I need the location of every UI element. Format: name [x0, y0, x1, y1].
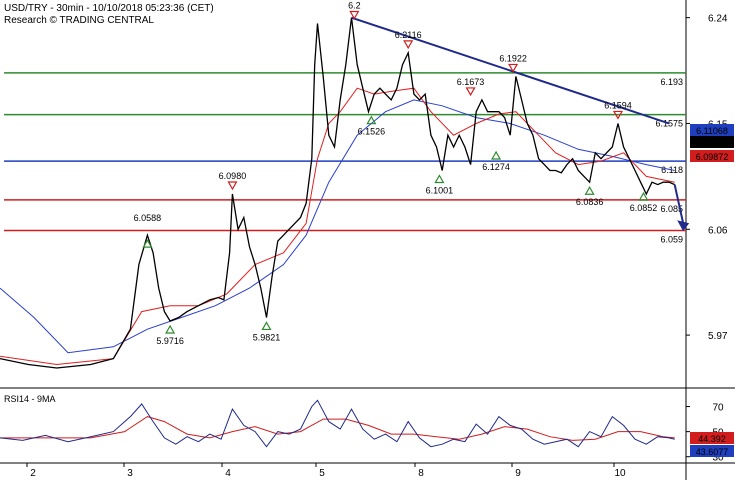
price-tag-label: 6.0993: [698, 138, 726, 148]
chart: 6.246.156.065.976.1936.15756.1186.0856.0…: [0, 0, 735, 480]
x-tick-label: 3: [127, 468, 133, 479]
price-tag-label: 6.11068: [696, 126, 728, 136]
trough-label: 5.9821: [253, 332, 281, 342]
trough-marker: [366, 115, 377, 125]
trough-label: 6.1001: [426, 185, 454, 195]
chart-title: USD/TRY - 30min - 10/10/2018 05:23:36 (C…: [4, 3, 214, 14]
x-tick-label: 8: [418, 468, 424, 479]
x-axis: 2 3 4 5 8 9 10: [0, 462, 735, 479]
x-tick-label: 4: [225, 468, 231, 479]
rsi-panel: 70503044.39243.6077: [0, 399, 734, 464]
peak-label: 6.1673: [457, 77, 485, 87]
trough-marker: [491, 150, 502, 160]
trough-marker: [165, 324, 176, 334]
peak-marker: [227, 181, 238, 191]
rsi-ma-series: [0, 416, 675, 441]
rsi-tag-label: 43.6077: [696, 447, 729, 457]
rsi-y-tick-label: 70: [712, 403, 724, 414]
ma-fast-series: [0, 87, 675, 366]
x-tick-label: 2: [30, 468, 36, 479]
peak-marker: [403, 40, 414, 50]
trough-label: 6.0588: [134, 213, 162, 223]
trough-label: 6.1274: [482, 162, 510, 172]
trough-label: 6.0852: [630, 203, 658, 213]
rsi-panel-title: RSI14 - 9MA: [4, 394, 56, 404]
x-tick-label: 10: [614, 468, 626, 479]
y-tick-label: 6.06: [708, 225, 728, 236]
trough-label: 5.9716: [156, 336, 184, 346]
price-series: [0, 17, 675, 369]
x-tick-label: 5: [319, 468, 325, 479]
trough-marker: [261, 321, 272, 331]
main-price-panel: 6.246.156.065.976.1936.15756.1186.0856.0…: [0, 0, 735, 480]
chart-subtitle: Research © TRADING CENTRAL: [4, 15, 154, 26]
peak-label: 6.1594: [604, 100, 632, 110]
peak-label: 6.1922: [499, 53, 527, 63]
rsi-series: [0, 399, 675, 448]
rsi-tag-label: 44.392: [698, 434, 726, 444]
peak-marker: [349, 10, 360, 20]
x-tick-label: 9: [515, 468, 521, 479]
peak-label: 6.0980: [219, 171, 247, 181]
peak-label: 6.2: [348, 1, 361, 11]
peak-label: 6.2116: [395, 30, 422, 40]
trough-marker: [584, 186, 595, 195]
trough-label: 6.1526: [358, 127, 386, 137]
price-tag-label: 6.09872: [696, 152, 729, 162]
y-tick-label: 6.24: [708, 14, 728, 25]
level-label: 6.193: [660, 77, 683, 87]
peak-marker: [465, 87, 476, 97]
level-label: 6.059: [660, 234, 683, 244]
trough-marker: [434, 174, 445, 184]
y-tick-label: 5.97: [708, 331, 728, 342]
trough-label: 6.0836: [576, 197, 604, 207]
ma-slow-series: [0, 99, 675, 354]
